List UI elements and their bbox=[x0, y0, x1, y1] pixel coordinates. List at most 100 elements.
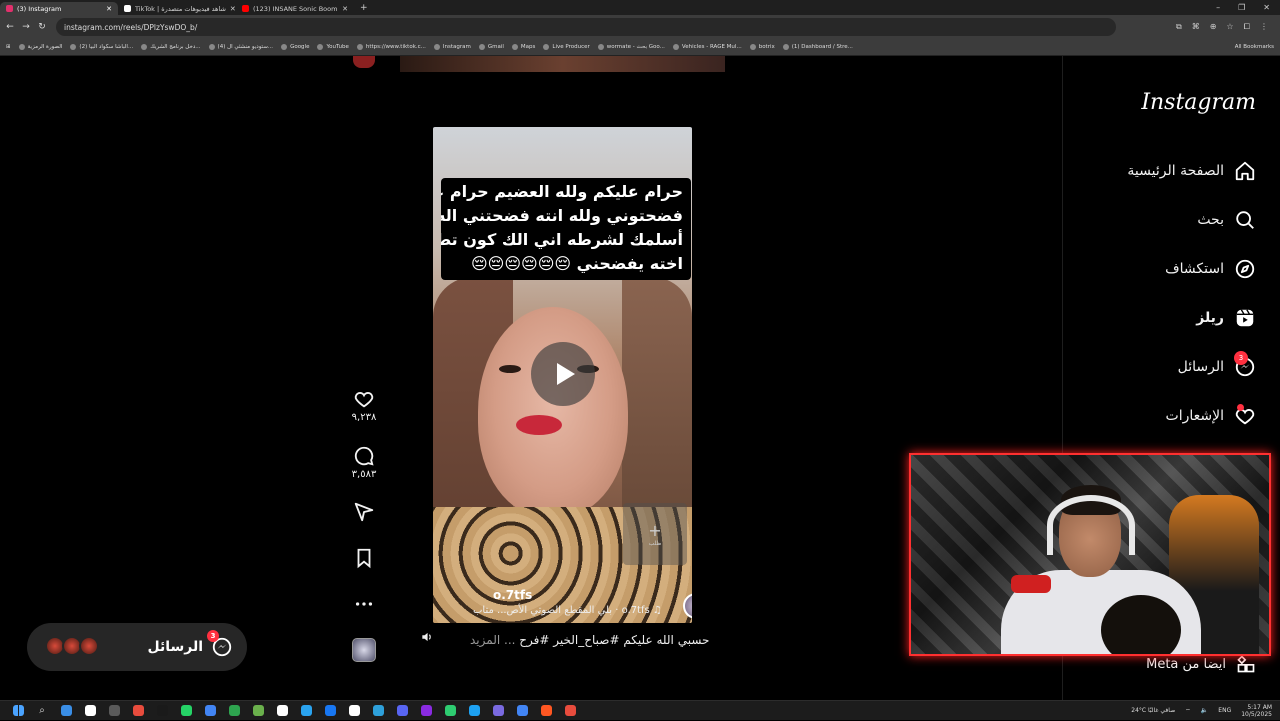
bookmark-item[interactable]: (1) Dashboard / Stre... bbox=[782, 44, 853, 50]
bookmark-item[interactable]: Vehicles - RAGE Mul... bbox=[672, 44, 742, 50]
more-options-action[interactable] bbox=[348, 593, 380, 617]
weather[interactable]: 24°C صافي غالبًا bbox=[1131, 707, 1175, 714]
app-glyph bbox=[60, 705, 72, 716]
volume-icon[interactable]: 🔈 bbox=[1201, 707, 1208, 714]
taskbar-app-icon[interactable] bbox=[246, 701, 270, 721]
bookmark-item[interactable]: الصورة الرمزية bbox=[18, 44, 63, 50]
bookmark-item[interactable]: Maps bbox=[511, 44, 535, 50]
reel-username[interactable]: o.7tfs bbox=[493, 588, 532, 602]
reel-audio-label[interactable]: ♫ o.7tfs · بلي المقطع الصوتي الأص... متا… bbox=[473, 605, 662, 616]
taskbar-app-icon[interactable] bbox=[414, 701, 438, 721]
taskbar-app-icon[interactable] bbox=[54, 701, 78, 721]
close-icon[interactable]: ✕ bbox=[342, 5, 348, 13]
zoom-icon[interactable]: ⊕ bbox=[1210, 22, 1217, 32]
messages-pill[interactable]: الرسائل 3 bbox=[27, 623, 247, 671]
close-icon[interactable]: ✕ bbox=[106, 5, 112, 13]
sidebar-item-explore[interactable]: استكشاف bbox=[1165, 258, 1256, 280]
language-indicator[interactable]: ENG bbox=[1218, 707, 1231, 714]
maximize-icon[interactable]: ❐ bbox=[1238, 3, 1245, 12]
bookmark-item[interactable]: Instagram bbox=[433, 44, 471, 50]
clock[interactable]: 5:17 AM 10/5/2025 bbox=[1241, 704, 1272, 718]
sidebar-item-messages[interactable]: 3 الرسائل bbox=[1178, 351, 1256, 378]
bookmark-item[interactable]: wormate - بحث Goo... bbox=[597, 44, 665, 50]
taskbar-app-icon[interactable] bbox=[126, 701, 150, 721]
back-icon[interactable]: ← bbox=[4, 22, 16, 32]
forward-icon[interactable]: → bbox=[20, 22, 32, 32]
bookmark-item[interactable]: دخل برنامج الشريك... bbox=[141, 44, 201, 50]
bookmark-item[interactable]: (4) ستوديو منشئي ال... bbox=[208, 44, 273, 50]
url-text: instagram.com/reels/DPlzYswDO_b/ bbox=[64, 22, 198, 32]
reel-video[interactable]: حرام عليكم ولله العضيم حرام عليكم فضحتون… bbox=[433, 127, 692, 623]
extensions-icon[interactable]: ⧠ bbox=[1244, 22, 1250, 32]
minimize-icon[interactable]: – bbox=[1216, 3, 1220, 12]
taskbar-app-icon[interactable] bbox=[390, 701, 414, 721]
taskbar-app-icon[interactable] bbox=[174, 701, 198, 721]
share-action[interactable] bbox=[348, 501, 380, 525]
more-link[interactable]: ... المزيد bbox=[470, 633, 515, 647]
app-glyph bbox=[396, 705, 408, 716]
url-input[interactable]: instagram.com/reels/DPlzYswDO_b/ bbox=[56, 18, 1116, 36]
tab-youtube[interactable]: (123) INSANE Sonic Boom ✕ bbox=[236, 2, 354, 15]
taskbar-app-icon[interactable] bbox=[534, 701, 558, 721]
follow-request-tile[interactable]: + طلب bbox=[623, 503, 687, 565]
bookmark-item[interactable]: Gmail bbox=[478, 44, 504, 50]
taskbar-app-icon[interactable] bbox=[318, 701, 342, 721]
reload-icon[interactable]: ↻ bbox=[36, 22, 48, 32]
sidebar-item-search[interactable]: بحث bbox=[1197, 209, 1256, 231]
taskbar-app-icon[interactable] bbox=[198, 701, 222, 721]
taskbar-app-icon[interactable] bbox=[486, 701, 510, 721]
taskbar-app-icon[interactable] bbox=[270, 701, 294, 721]
bookmark-item[interactable]: botrix bbox=[749, 44, 775, 50]
star-icon[interactable]: ☆ bbox=[1226, 22, 1233, 32]
tab-tiktok[interactable]: TikTok | شاهد فيديوهات متصدرة ✕ bbox=[118, 2, 236, 15]
taskbar-app-icon[interactable] bbox=[222, 701, 246, 721]
taskbar-app-icon[interactable] bbox=[462, 701, 486, 721]
bookmark-item[interactable]: Google bbox=[281, 44, 309, 50]
bookmark-favicon-icon bbox=[749, 44, 756, 50]
speaker-icon[interactable] bbox=[420, 630, 434, 644]
translate-icon[interactable]: ⌘ bbox=[1192, 22, 1200, 32]
taskbar-app-icon[interactable] bbox=[150, 701, 174, 721]
close-window-icon[interactable]: ✕ bbox=[1263, 3, 1270, 12]
search-icon[interactable]: ⌕ bbox=[30, 701, 54, 721]
taskbar-app-icon[interactable] bbox=[366, 701, 390, 721]
comment-action[interactable]: ٣,٥٨٣ bbox=[348, 445, 380, 480]
like-action[interactable]: ٩,٢٣٨ bbox=[348, 388, 380, 423]
close-icon[interactable]: ✕ bbox=[230, 5, 236, 13]
sidebar-item-notifications[interactable]: الإشعارات bbox=[1166, 404, 1256, 427]
instagram-logo[interactable]: Instagram bbox=[1141, 90, 1256, 115]
bookmark-favicon-icon bbox=[208, 44, 215, 50]
taskbar-app-icon[interactable] bbox=[102, 701, 126, 721]
taskbar-app-icon[interactable] bbox=[342, 701, 366, 721]
bookmark-item[interactable]: (2) الباشا سكواد البيا... bbox=[70, 44, 133, 50]
previous-reel-avatar[interactable] bbox=[353, 56, 375, 68]
sidebar-item-home[interactable]: الصفحة الرئيسية bbox=[1127, 160, 1256, 182]
taskbar-app-icon[interactable] bbox=[438, 701, 462, 721]
wifi-icon[interactable]: ⌔ bbox=[1185, 707, 1191, 715]
all-bookmarks[interactable]: All Bookmarks bbox=[1235, 44, 1280, 50]
bookmark-label: الصورة الرمزية bbox=[27, 44, 63, 50]
bookmark-label: Live Producer bbox=[552, 44, 590, 50]
windows-start-icon[interactable] bbox=[6, 701, 30, 721]
previous-reel-thumbnail[interactable] bbox=[400, 56, 725, 72]
app-glyph bbox=[540, 705, 552, 716]
tab-instagram[interactable]: (3) Instagram ✕ bbox=[0, 2, 118, 15]
menu-icon[interactable]: ⋮ bbox=[1260, 22, 1268, 32]
apps-icon[interactable]: ⊞ bbox=[6, 44, 11, 50]
save-action[interactable] bbox=[348, 547, 380, 571]
bookmark-item[interactable]: YouTube bbox=[317, 44, 349, 50]
audio-thumbnail[interactable] bbox=[352, 638, 376, 662]
taskbar-app-icon[interactable] bbox=[78, 701, 102, 721]
taskbar-app-icon[interactable] bbox=[510, 701, 534, 721]
bookmark-favicon-icon bbox=[543, 44, 550, 50]
also-from-meta[interactable]: ايضا من Meta bbox=[1146, 654, 1256, 674]
sidebar-item-reels[interactable]: ريلز bbox=[1196, 307, 1256, 329]
bookmark-item[interactable]: https://www.tiktok.c... bbox=[356, 44, 426, 50]
taskbar-app-icon[interactable] bbox=[294, 701, 318, 721]
date: 10/5/2025 bbox=[1241, 710, 1272, 718]
play-button[interactable] bbox=[531, 342, 595, 406]
new-tab-button[interactable]: + bbox=[360, 3, 368, 13]
install-icon[interactable]: ⧉ bbox=[1176, 22, 1182, 32]
bookmark-item[interactable]: Live Producer bbox=[543, 44, 590, 50]
taskbar-app-icon[interactable] bbox=[558, 701, 582, 721]
